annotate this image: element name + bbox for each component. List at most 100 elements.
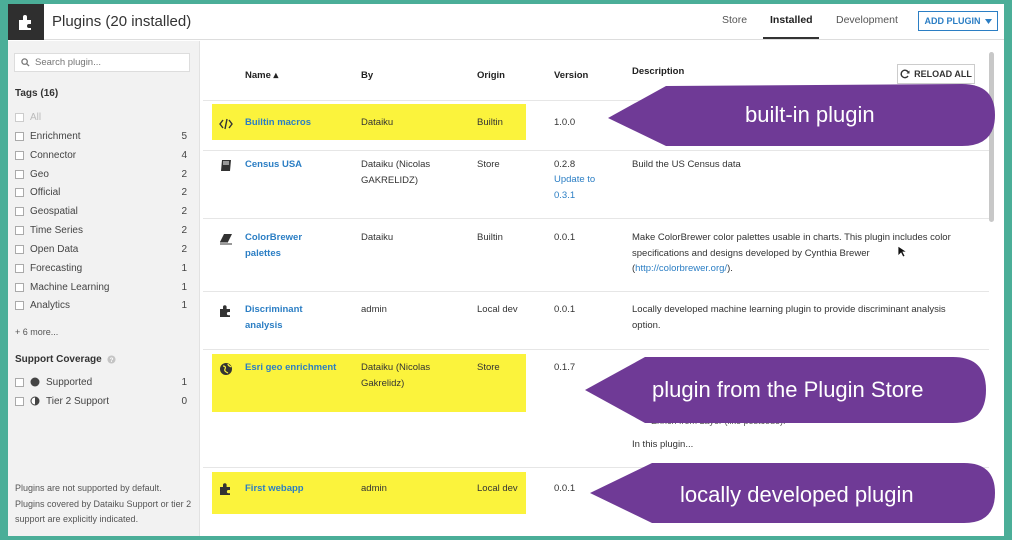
search-input[interactable] xyxy=(35,57,175,68)
refresh-icon xyxy=(900,69,910,79)
callout-builtin: built-in plugin xyxy=(608,84,996,146)
tag-filter-official[interactable]: Official 2 xyxy=(15,184,187,200)
tag-filter-connector[interactable]: Connector 4 xyxy=(15,147,187,163)
callout-text: built-in plugin xyxy=(745,102,875,127)
book-icon xyxy=(221,160,231,171)
plugins-logo-icon[interactable] xyxy=(8,4,44,40)
checkbox[interactable] xyxy=(15,377,24,387)
svg-text:?: ? xyxy=(109,357,113,364)
plugin-author: Dataiku xyxy=(361,117,394,128)
checkbox[interactable] xyxy=(15,282,24,292)
tag-count: 1 xyxy=(181,262,187,274)
tag-filter-machine-learning[interactable]: Machine Learning 1 xyxy=(15,279,187,295)
search-box[interactable] xyxy=(14,53,190,72)
checkbox[interactable] xyxy=(15,187,24,197)
chevron-down-icon xyxy=(984,18,992,24)
tag-filter-all[interactable]: All xyxy=(15,109,187,125)
column-header-by[interactable]: By xyxy=(361,70,373,81)
plugin-name-link[interactable]: Esri geo enrichment xyxy=(245,360,336,376)
callout-store: plugin from the Plugin Store xyxy=(585,357,987,423)
column-header-description[interactable]: Description xyxy=(632,66,684,77)
table-row[interactable]: Discriminant analysis admin Local dev 0.… xyxy=(203,291,989,349)
tag-filter-enrichment[interactable]: Enrichment 5 xyxy=(15,128,187,144)
checkbox[interactable] xyxy=(15,150,24,160)
tag-filter-forecasting[interactable]: Forecasting 1 xyxy=(15,260,187,276)
support-coverage-heading: Support Coverage ? xyxy=(15,354,116,365)
plugin-author: admin xyxy=(361,304,387,315)
mouse-cursor-icon xyxy=(897,245,907,258)
table-row[interactable]: Census USA Dataiku (Nicolas GAKRELIDZ) S… xyxy=(203,150,989,218)
colorbrewer-link[interactable]: http://colorbrewer.org/ xyxy=(635,263,727,274)
support-note: Plugins are not supported by default. Pl… xyxy=(15,483,192,524)
column-header-version[interactable]: Version xyxy=(554,70,588,81)
checkbox[interactable] xyxy=(15,131,24,141)
tag-filter-open-data[interactable]: Open Data 2 xyxy=(15,241,187,257)
checkbox[interactable] xyxy=(15,206,24,216)
plugin-name-link[interactable]: Census USA xyxy=(245,157,345,173)
help-icon[interactable]: ? xyxy=(107,355,116,364)
eraser-icon xyxy=(220,234,232,245)
checkbox[interactable] xyxy=(15,169,24,179)
tag-count: 2 xyxy=(181,224,187,236)
tag-count: 1 xyxy=(181,299,187,311)
tab-installed[interactable]: Installed xyxy=(770,14,813,26)
table-row[interactable]: ColorBrewer palettes Dataiku Builtin 0.0… xyxy=(203,218,989,291)
puzzle-icon xyxy=(220,483,230,495)
plugin-description: Build the US Census data xyxy=(632,159,741,170)
puzzle-icon xyxy=(220,305,230,317)
checkbox[interactable] xyxy=(15,396,24,406)
plugin-name-link[interactable]: Discriminant analysis xyxy=(245,302,325,333)
plugin-version: 0.2.8 xyxy=(554,159,576,170)
update-link[interactable]: Update to 0.3.1 xyxy=(554,172,614,203)
checkbox[interactable] xyxy=(15,225,24,235)
support-filter-supported[interactable]: Supported 1 xyxy=(15,374,187,390)
reload-all-button[interactable]: RELOAD ALL xyxy=(897,64,975,84)
tag-label: All xyxy=(30,111,42,123)
tag-label: Official xyxy=(30,186,61,198)
tag-count: 1 xyxy=(181,281,187,293)
tag-filter-geospatial[interactable]: Geospatial 2 xyxy=(15,203,187,219)
support-label: Tier 2 Support xyxy=(46,395,109,407)
tag-filter-time-series[interactable]: Time Series 2 xyxy=(15,222,187,238)
tier2-badge-icon xyxy=(30,396,40,406)
sidebar: Tags (16) All Enrichment 5 Connector 4 G… xyxy=(8,41,200,536)
top-bar: Plugins (20 installed) Store Installed D… xyxy=(8,4,1004,40)
page-title: Plugins (20 installed) xyxy=(52,13,192,30)
checkbox[interactable] xyxy=(15,300,24,310)
column-header-name[interactable]: Name ▴ xyxy=(245,70,278,81)
tag-label: Geo xyxy=(30,168,49,180)
support-filter-tier2[interactable]: Tier 2 Support 0 xyxy=(15,393,187,409)
tags-heading: Tags (16) xyxy=(15,88,59,99)
plugin-author: admin xyxy=(361,483,387,494)
plugin-name-link[interactable]: Builtin macros xyxy=(245,115,345,131)
plugin-name-link[interactable]: ColorBrewer palettes xyxy=(245,230,325,261)
supported-badge-icon xyxy=(30,377,40,387)
tab-development[interactable]: Development xyxy=(836,14,898,26)
plugin-version: 0.0.1 xyxy=(554,232,576,243)
plugin-origin: Local dev xyxy=(477,483,518,494)
tag-label: Enrichment xyxy=(30,130,81,142)
plugin-author: Dataiku (Nicolas Gakrelidz) xyxy=(361,362,431,389)
plugin-name-link[interactable]: First webapp xyxy=(245,481,304,497)
tab-store[interactable]: Store xyxy=(722,14,747,26)
plugin-origin: Local dev xyxy=(477,304,518,315)
tag-filter-geo[interactable]: Geo 2 xyxy=(15,166,187,182)
support-count: 1 xyxy=(181,376,187,388)
tag-count: 5 xyxy=(181,130,187,142)
tag-label: Analytics xyxy=(30,299,71,311)
add-plugin-button[interactable]: ADD PLUGIN xyxy=(918,11,998,31)
more-tags-link[interactable]: + 6 more... xyxy=(15,327,58,337)
column-header-origin[interactable]: Origin xyxy=(477,70,505,81)
plugin-origin: Builtin xyxy=(477,117,503,128)
tag-filter-analytics[interactable]: Analytics 1 xyxy=(15,297,187,313)
plugin-version: 0.0.1 xyxy=(554,304,576,315)
plugin-description: Locally developed machine learning plugi… xyxy=(632,304,946,331)
plugin-origin: Store xyxy=(477,362,500,373)
checkbox[interactable] xyxy=(15,244,24,254)
search-icon xyxy=(21,58,30,67)
checkbox[interactable] xyxy=(15,263,24,273)
support-count: 0 xyxy=(181,395,187,407)
plugin-origin: Store xyxy=(477,159,500,170)
checkbox[interactable] xyxy=(15,112,24,122)
support-heading-text: Support Coverage xyxy=(15,354,102,365)
